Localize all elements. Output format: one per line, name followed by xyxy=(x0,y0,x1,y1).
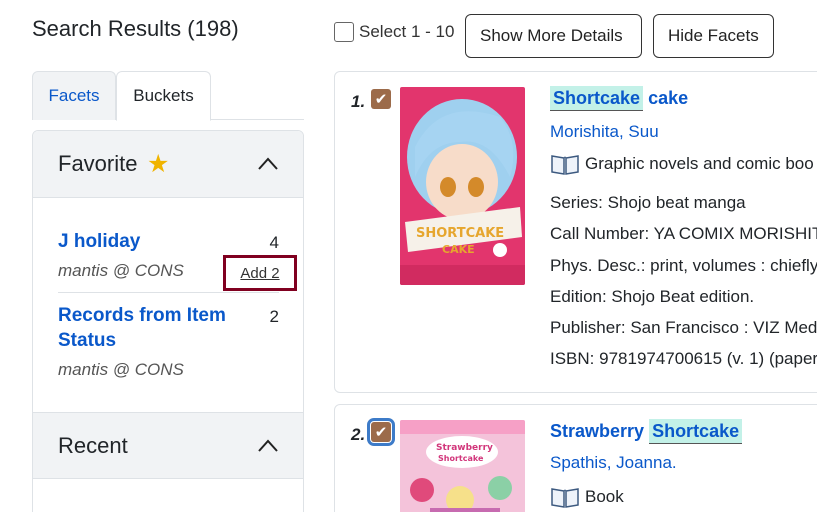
result-edition: Edition: Shojo Beat edition. xyxy=(550,287,755,306)
result-format: Book xyxy=(550,485,624,509)
select-all-control[interactable]: Select 1 - 10 xyxy=(334,22,454,42)
title-highlight: Shortcake xyxy=(649,419,743,444)
title-prefix: Strawberry xyxy=(550,421,645,441)
svg-text:Shortcake: Shortcake xyxy=(438,454,484,463)
svg-text:Strawberry: Strawberry xyxy=(436,443,493,453)
result-card: 1. ✔ SHORTCAKE CAKE Shortcake cake Moris… xyxy=(334,71,817,393)
result-author-link[interactable]: Morishita, Suu xyxy=(550,122,659,142)
result-title-link[interactable]: Strawberry Shortcake xyxy=(550,419,743,444)
result-isbn: ISBN: 9781974700615 (v. 1) (paper xyxy=(550,349,817,368)
select-all-label: Select 1 - 10 xyxy=(359,22,455,41)
favorite-heading: Favorite xyxy=(58,151,138,176)
result-number: 1. xyxy=(351,92,366,111)
show-more-details-button[interactable]: Show More Details xyxy=(465,14,642,58)
book-icon xyxy=(551,488,579,508)
result-checkbox[interactable]: ✔ xyxy=(371,89,391,109)
result-phys-desc: Phys. Desc.: print, volumes : chiefly xyxy=(550,256,817,275)
add-to-bucket-link[interactable]: Add 2 xyxy=(223,255,297,291)
result-checkbox[interactable]: ✔ xyxy=(367,418,395,446)
chevron-up-icon[interactable] xyxy=(257,435,279,457)
select-all-checkbox[interactable] xyxy=(334,22,354,42)
favorite-header[interactable]: Favorite ★ xyxy=(33,131,303,198)
star-icon: ★ xyxy=(147,150,170,178)
result-series: Series: Shojo beat manga xyxy=(550,193,746,212)
bucket-owner: mantis @ CONS xyxy=(58,261,184,280)
tab-buckets[interactable]: Buckets xyxy=(116,71,211,121)
bucket-divider xyxy=(58,292,279,293)
chevron-up-icon[interactable] xyxy=(257,153,279,175)
bucket-name-line: Status xyxy=(58,330,117,351)
format-label: Book xyxy=(585,487,624,506)
book-icon xyxy=(551,155,579,175)
search-results-title: Search Results (198) xyxy=(32,16,239,41)
title-highlight: Shortcake xyxy=(550,86,644,111)
svg-text:CAKE: CAKE xyxy=(442,243,475,256)
result-publisher: Publisher: San Francisco : VIZ Medi xyxy=(550,318,817,337)
bucket-count: 2 xyxy=(269,307,279,326)
result-author-link[interactable]: Spathis, Joanna. xyxy=(550,453,677,473)
tab-facets[interactable]: Facets xyxy=(32,71,116,120)
book-cover-image[interactable]: Strawberry Shortcake xyxy=(400,420,525,512)
bucket-link-j-holiday[interactable]: J holiday xyxy=(58,231,140,253)
recent-heading: Recent xyxy=(58,433,128,458)
result-card: 2. ✔ Strawberry Shortcake Strawberry Sho… xyxy=(334,404,817,512)
buckets-panel: Favorite ★ J holiday 4 mantis @ CONS Add… xyxy=(32,130,304,512)
bucket-owner: mantis @ CONS xyxy=(58,360,184,379)
book-cover-image[interactable]: SHORTCAKE CAKE xyxy=(400,87,525,285)
svg-text:SHORTCAKE: SHORTCAKE xyxy=(416,226,504,241)
bucket-count: 4 xyxy=(269,233,279,252)
sidebar-tabs: Facets Buckets xyxy=(32,71,304,121)
bucket-link-records-from-item-status[interactable]: Records from Item Status xyxy=(58,305,226,352)
result-title-link[interactable]: Shortcake cake xyxy=(550,86,689,111)
result-number: 2. xyxy=(351,425,366,444)
hide-facets-button[interactable]: Hide Facets xyxy=(653,14,774,58)
format-label: Graphic novels and comic boo xyxy=(585,154,814,173)
bucket-name-line: Records from Item xyxy=(58,305,226,326)
recent-header[interactable]: Recent xyxy=(33,412,303,479)
title-rest: cake xyxy=(648,88,689,108)
result-format: Graphic novels and comic boo xyxy=(550,152,814,176)
result-call-number: Call Number: YA COMIX MORISHIT xyxy=(550,224,817,243)
